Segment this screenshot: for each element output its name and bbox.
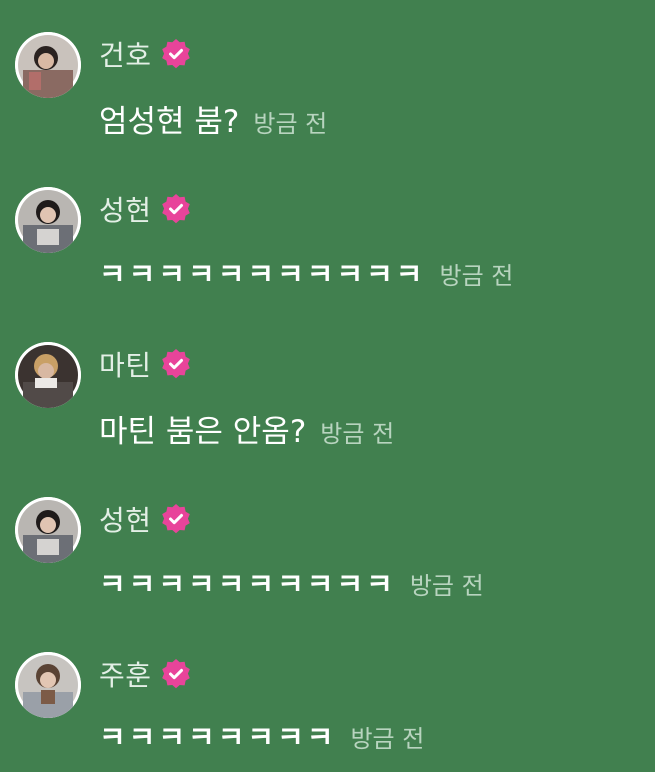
timestamp: 방금 전 (350, 725, 425, 753)
timestamp: 방금 전 (253, 110, 328, 138)
message-text: 마틴 붐은 안옴? (99, 414, 307, 450)
avatar[interactable] (15, 652, 81, 718)
verified-badge-icon (160, 348, 192, 380)
message-text: ㅋㅋㅋㅋㅋㅋㅋㅋ (99, 720, 337, 754)
avatar[interactable] (15, 187, 81, 253)
timestamp: 방금 전 (439, 262, 514, 290)
message-text: ㅋㅋㅋㅋㅋㅋㅋㅋㅋㅋㅋ (99, 257, 426, 291)
sender-name[interactable]: 성현 (99, 189, 152, 229)
message-text: ㅋㅋㅋㅋㅋㅋㅋㅋㅋㅋ (99, 567, 396, 601)
message-item: 건호 엄성현 붐? 방금 전 (0, 32, 655, 152)
verified-badge-icon (160, 658, 192, 690)
verified-badge-icon (160, 38, 192, 70)
message-item: 마틴 마틴 붐은 안옴? 방금 전 (0, 342, 655, 462)
message-text: 엄성현 붐? (99, 104, 240, 140)
sender-name[interactable]: 성현 (99, 499, 152, 539)
verified-badge-icon (160, 193, 192, 225)
timestamp: 방금 전 (320, 420, 395, 448)
chat-list: 건호 엄성현 붐? 방금 전 성현 ㅋㅋㅋㅋㅋㅋㅋㅋㅋㅋㅋ 방금 전 마틴 마틴… (0, 0, 655, 767)
sender-name[interactable]: 주훈 (99, 654, 152, 694)
verified-badge-icon (160, 503, 192, 535)
timestamp: 방금 전 (409, 572, 484, 600)
message-item: 성현 ㅋㅋㅋㅋㅋㅋㅋㅋㅋㅋㅋ 방금 전 (0, 187, 655, 307)
sender-name[interactable]: 마틴 (99, 344, 152, 384)
sender-name[interactable]: 건호 (99, 34, 152, 74)
avatar[interactable] (15, 32, 81, 98)
avatar[interactable] (15, 342, 81, 408)
message-item: 성현 ㅋㅋㅋㅋㅋㅋㅋㅋㅋㅋ 방금 전 (0, 497, 655, 617)
avatar[interactable] (15, 497, 81, 563)
message-item: 주훈 ㅋㅋㅋㅋㅋㅋㅋㅋ 방금 전 (0, 652, 655, 772)
